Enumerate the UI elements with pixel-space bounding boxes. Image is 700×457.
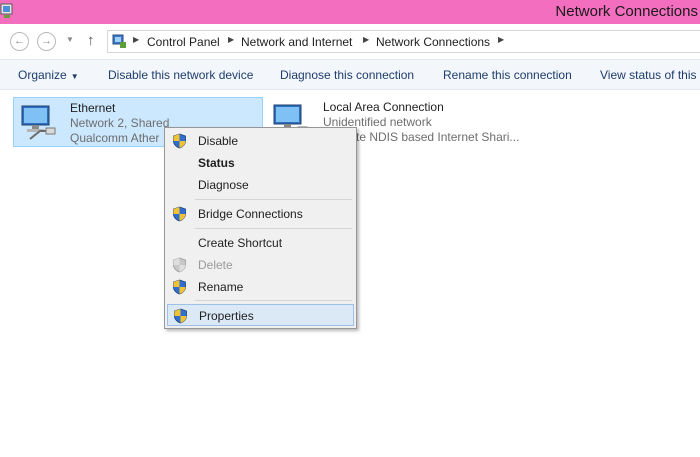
- address-bar[interactable]: ▶ Control Panel ▶ Network and Internet ▶…: [107, 30, 700, 53]
- menu-item-label: Status: [198, 156, 235, 170]
- control-panel-icon: [112, 34, 126, 48]
- breadcrumb-network-connections[interactable]: Network Connections: [376, 35, 490, 49]
- uac-shield-icon: [173, 279, 186, 295]
- forward-button[interactable]: →: [37, 32, 56, 51]
- menu-item-disable[interactable]: Disable: [167, 130, 354, 152]
- chevron-right-icon[interactable]: ▶: [363, 35, 369, 44]
- network-connections-icon: [0, 3, 13, 18]
- connection-name: Ethernet: [70, 101, 116, 115]
- menu-item-label: Disable: [198, 134, 239, 148]
- organize-label: Organize: [18, 68, 67, 82]
- view-status-button[interactable]: View status of this c: [600, 68, 700, 82]
- menu-item-create-shortcut[interactable]: Create Shortcut: [167, 232, 354, 254]
- menu-item-bridge-connections[interactable]: Bridge Connections: [167, 203, 354, 225]
- menu-item-label: Create Shortcut: [198, 236, 283, 250]
- title-bar: Network Connections: [0, 0, 700, 24]
- organize-button[interactable]: Organize ▼: [18, 68, 79, 82]
- uac-shield-icon: [173, 206, 186, 222]
- breadcrumb-network-and-internet[interactable]: Network and Internet: [241, 35, 352, 49]
- up-arrow-icon[interactable]: ↑: [87, 32, 95, 49]
- connection-name: Local Area Connection: [323, 100, 444, 114]
- connection-device: te NDIS based Internet Shari...: [356, 130, 520, 144]
- recent-locations-dropdown-icon[interactable]: ▼: [66, 35, 74, 44]
- menu-item-diagnose[interactable]: Diagnose: [167, 174, 354, 196]
- menu-separator: [195, 228, 352, 229]
- menu-item-label: Delete: [198, 258, 233, 272]
- menu-item-delete: Delete: [167, 254, 354, 276]
- menu-item-label: Diagnose: [198, 178, 249, 192]
- window-title: Network Connections: [555, 3, 698, 20]
- menu-item-label: Rename: [198, 280, 244, 294]
- connection-device: Qualcomm Ather: [70, 131, 160, 145]
- menu-item-rename[interactable]: Rename: [167, 276, 354, 298]
- command-bar: Organize ▼ Disable this network device Di…: [0, 59, 700, 90]
- menu-separator: [195, 199, 352, 200]
- menu-item-status[interactable]: Status: [167, 152, 354, 174]
- menu-item-label: Properties: [199, 309, 254, 323]
- diagnose-connection-button[interactable]: Diagnose this connection: [280, 68, 414, 82]
- context-menu: Disable Status Diagnose Bridge Connectio…: [164, 127, 357, 329]
- connection-network: Network 2, Shared: [70, 116, 170, 130]
- menu-item-properties[interactable]: Properties: [167, 304, 354, 326]
- uac-shield-icon: [174, 308, 187, 324]
- network-adapter-icon: [21, 105, 56, 140]
- chevron-right-icon[interactable]: ▶: [228, 35, 234, 44]
- back-button[interactable]: ←: [10, 32, 29, 51]
- breadcrumb-control-panel[interactable]: Control Panel: [147, 35, 220, 49]
- chevron-down-icon: ▼: [70, 72, 79, 81]
- chevron-right-icon[interactable]: ▶: [133, 35, 139, 44]
- uac-shield-icon: [173, 133, 186, 149]
- uac-shield-icon: [173, 257, 186, 273]
- chevron-right-icon[interactable]: ▶: [498, 35, 504, 44]
- disable-device-button[interactable]: Disable this network device: [108, 68, 253, 82]
- rename-connection-button[interactable]: Rename this connection: [443, 68, 572, 82]
- menu-separator: [195, 300, 352, 301]
- navigation-bar: ← → ▼ ↑ ▶ Control Panel ▶ Network and In…: [0, 24, 700, 58]
- menu-item-label: Bridge Connections: [198, 207, 303, 221]
